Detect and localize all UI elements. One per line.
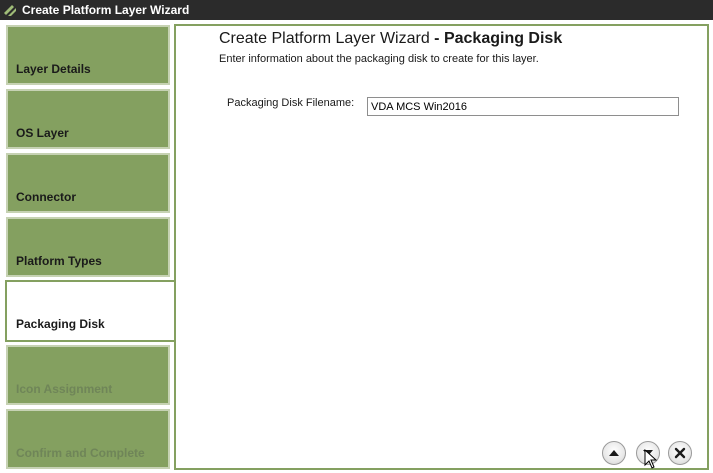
step-label: Layer Details: [16, 62, 91, 76]
wizard-steps-sidebar: Layer Details OS Layer Connector Platfor…: [0, 20, 177, 473]
close-icon: [674, 447, 686, 459]
step-os-layer[interactable]: OS Layer: [6, 89, 170, 149]
step-label: Connector: [16, 190, 76, 204]
step-layer-details[interactable]: Layer Details: [6, 25, 170, 85]
step-platform-types[interactable]: Platform Types: [6, 217, 170, 277]
step-label: Packaging Disk: [16, 317, 105, 331]
packaging-disk-filename-label: Packaging Disk Filename:: [227, 97, 355, 109]
arrow-up-icon: [609, 450, 619, 456]
step-label: Confirm and Complete: [16, 446, 145, 460]
cancel-button[interactable]: [668, 441, 692, 465]
step-packaging-disk[interactable]: Packaging Disk: [5, 280, 177, 342]
page-title-separator: -: [429, 30, 444, 47]
page-title-step: Packaging Disk: [443, 30, 563, 47]
window-titlebar: Create Platform Layer Wizard: [0, 0, 713, 20]
platform-layers-icon: [4, 5, 16, 16]
page-title: Create Platform Layer Wizard - Packaging…: [219, 30, 562, 48]
page-subtitle: Enter information about the packaging di…: [219, 53, 539, 65]
step-confirm-and-complete: Confirm and Complete: [6, 409, 170, 469]
previous-button[interactable]: [602, 441, 626, 465]
step-connector[interactable]: Connector: [6, 153, 170, 213]
window-title: Create Platform Layer Wizard: [22, 3, 190, 17]
page-title-prefix: Create Platform Layer Wizard: [219, 30, 430, 47]
step-icon-assignment: Icon Assignment: [6, 345, 170, 405]
packaging-disk-filename-input[interactable]: [367, 97, 679, 116]
step-label: Icon Assignment: [16, 382, 113, 396]
step-label: OS Layer: [16, 126, 69, 140]
content-panel: [174, 24, 709, 470]
step-label: Platform Types: [16, 254, 102, 268]
mouse-cursor-icon: [644, 449, 658, 469]
